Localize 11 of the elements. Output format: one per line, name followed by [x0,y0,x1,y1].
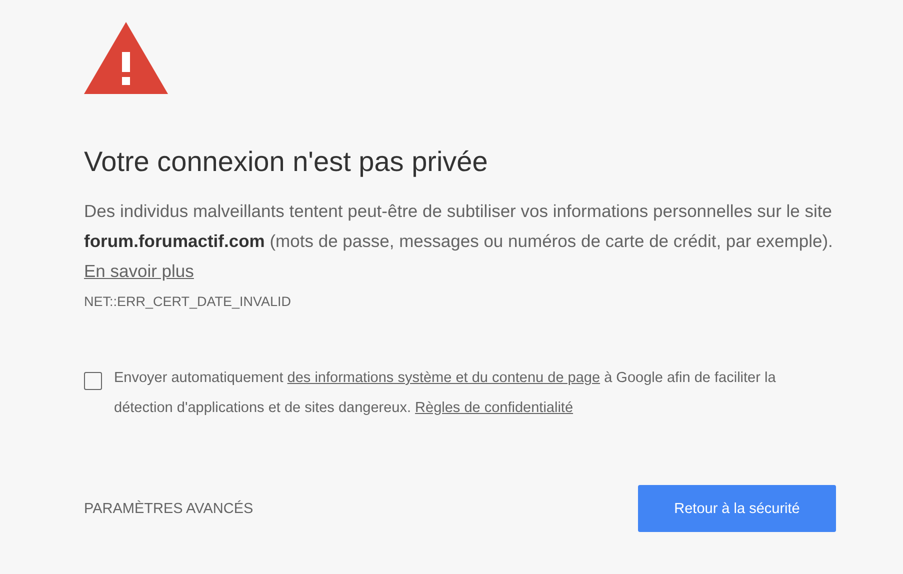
page-title: Votre connexion n'est pas privée [84,146,489,178]
link[interactable]: des informations système et du contenu de page [287,370,600,386]
description: Des individus malveillants tentent peut-être de subtiliser vos informations personnelles sur le site forum.forumactif.com (mots de passe, messages ou numéros de carte de crédit, par exemple). En savoir plus [84,200,834,283]
back-to-safety-button[interactable]: Retour à la sécurité [638,485,836,532]
error-code: NET::ERR_CERT_DATE_INVALID [84,294,292,309]
checkbox[interactable] [84,372,102,390]
advanced-button[interactable]: PARAMÈTRES AVANCÉS [84,500,254,516]
learn-more-link[interactable]: En savoir plus [84,261,194,281]
link[interactable]: Règles de confidentialité [415,400,574,416]
report-text: Envoyer automatiquement des informations système et du contenu de page à Google afin de faciliter la détection d'applications et de sites dangereux. Règles de confidentialité [114,369,777,418]
warning-icon [84,22,168,94]
